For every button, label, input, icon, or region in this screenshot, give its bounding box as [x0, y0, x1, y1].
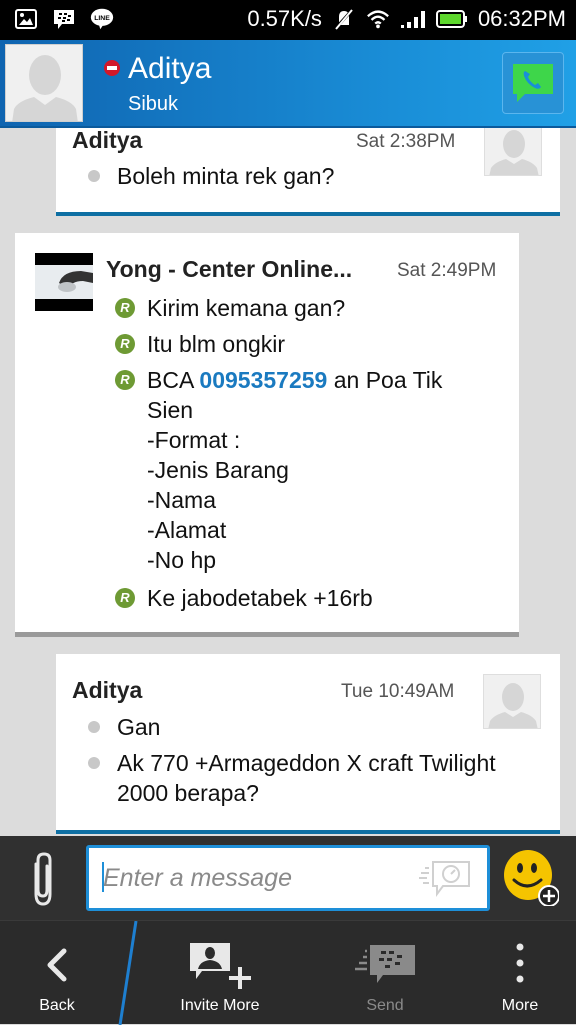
- ping-icon: [419, 861, 470, 897]
- back-button[interactable]: Back: [0, 921, 114, 1025]
- bbm-send-icon: [355, 945, 415, 983]
- my-avatar: [484, 128, 542, 176]
- message-input-placeholder: Enter a message: [103, 864, 292, 892]
- contact-thumbnail[interactable]: [35, 253, 93, 311]
- invite-contact-icon: [190, 943, 251, 989]
- sender-name: Yong - Center Online...: [106, 256, 353, 282]
- battery-icon: [435, 7, 468, 31]
- read-receipt-icon: R: [115, 588, 135, 608]
- default-person-icon: [488, 683, 538, 728]
- message-input[interactable]: Enter a message: [86, 845, 490, 911]
- message-text: Ke jabodetabek +16rb: [147, 585, 373, 611]
- sender-name: Aditya: [72, 128, 143, 153]
- ping-button[interactable]: [417, 858, 473, 903]
- message-line[interactable]: R BCA 0095357259 an Poa Tik Sien -Format …: [115, 365, 485, 575]
- back-label: Back: [39, 997, 75, 1014]
- more-label: More: [501, 997, 539, 1014]
- send-label: Send: [366, 997, 404, 1014]
- message-line[interactable]: R Kirim kemana gan?: [115, 293, 345, 323]
- message-text: Boleh minta rek gan?: [117, 163, 335, 189]
- send-button[interactable]: Send: [330, 921, 440, 1025]
- network-speed: 0.57K/s: [247, 6, 322, 31]
- smiley-plus-icon: [504, 850, 560, 907]
- default-person-icon: [489, 130, 539, 175]
- message-card: Yong - Center Online... Sat 2:49PM R Kir…: [15, 233, 519, 637]
- sent-indicator-icon: [88, 170, 100, 182]
- message-text-prefix: BCA: [147, 367, 200, 393]
- contact-status: Sibuk: [128, 93, 179, 115]
- sent-indicator-icon: [88, 721, 100, 733]
- busy-status-icon: [104, 60, 120, 76]
- action-divider: [118, 921, 138, 1025]
- message-time: Sat 2:38PM: [356, 131, 456, 152]
- gallery-icon: [14, 7, 38, 31]
- voice-call-button[interactable]: [502, 52, 564, 114]
- message-line[interactable]: R Ke jabodetabek +16rb: [115, 583, 373, 613]
- account-number-link[interactable]: 0095357259: [199, 367, 327, 393]
- message-card: Aditya Sat 2:38PM Boleh minta rek gan?: [56, 128, 560, 216]
- chat-header: Aditya Sibuk: [0, 40, 576, 128]
- contact-avatar[interactable]: [5, 44, 83, 122]
- more-button[interactable]: More: [472, 921, 568, 1025]
- muted-bell-icon: [332, 7, 356, 31]
- message-text: Itu blm ongkir: [147, 331, 286, 357]
- sender-name: Aditya: [72, 677, 143, 703]
- message-text: Kirim kemana gan?: [147, 295, 346, 321]
- wifi-icon: [366, 7, 390, 31]
- line-icon: LINE: [90, 7, 114, 31]
- signal-icon: [400, 7, 426, 31]
- bbm-icon: [52, 7, 76, 31]
- chevron-left-icon: [47, 948, 67, 982]
- product-image-icon: [35, 253, 93, 311]
- sent-indicator-icon: [88, 757, 100, 769]
- read-receipt-icon: R: [115, 298, 135, 318]
- overflow-menu-icon: [516, 943, 524, 983]
- default-person-icon: [12, 55, 78, 121]
- message-text-continuation: -Format : -Jenis Barang -Nama -Alamat -N…: [147, 427, 289, 573]
- attach-button[interactable]: [26, 850, 60, 908]
- read-receipt-icon: R: [115, 334, 135, 354]
- message-line[interactable]: Gan: [88, 712, 160, 742]
- voice-call-icon: [513, 64, 553, 102]
- message-line[interactable]: Boleh minta rek gan?: [88, 161, 334, 191]
- read-receipt-icon: R: [115, 370, 135, 390]
- message-composer: Enter a message: [0, 836, 576, 920]
- clock: 06:32PM: [477, 6, 566, 31]
- message-line[interactable]: Ak 770 +Armageddon X craft Twilight 2000…: [88, 748, 548, 808]
- my-avatar: [483, 674, 541, 729]
- paperclip-icon: [34, 852, 52, 906]
- message-text: Gan: [117, 714, 161, 740]
- emoticon-button[interactable]: [503, 850, 560, 907]
- conversation-list[interactable]: Aditya Sat 2:38PM Boleh minta rek gan? Y…: [0, 128, 576, 836]
- message-time: Sat 2:49PM: [397, 260, 497, 281]
- message-time: Tue 10:49AM: [341, 681, 455, 702]
- svg-text:LINE: LINE: [94, 15, 110, 22]
- invite-more-label: Invite More: [180, 997, 260, 1014]
- action-bar: Back Invite More Send More: [0, 920, 576, 1025]
- message-text: Ak 770 +Armageddon X craft Twilight 2000…: [117, 750, 496, 806]
- message-text: BCA 0095357259 an Poa Tik Sien -Format : …: [147, 365, 485, 575]
- contact-name[interactable]: Aditya: [128, 52, 211, 86]
- message-line[interactable]: R Itu blm ongkir: [115, 329, 285, 359]
- message-card: Aditya Tue 10:49AM Gan Ak 770 +Armageddo…: [56, 654, 560, 834]
- status-bar: LINE 0.57K/s 06:32PM: [0, 0, 576, 40]
- invite-more-button[interactable]: Invite More: [150, 921, 290, 1025]
